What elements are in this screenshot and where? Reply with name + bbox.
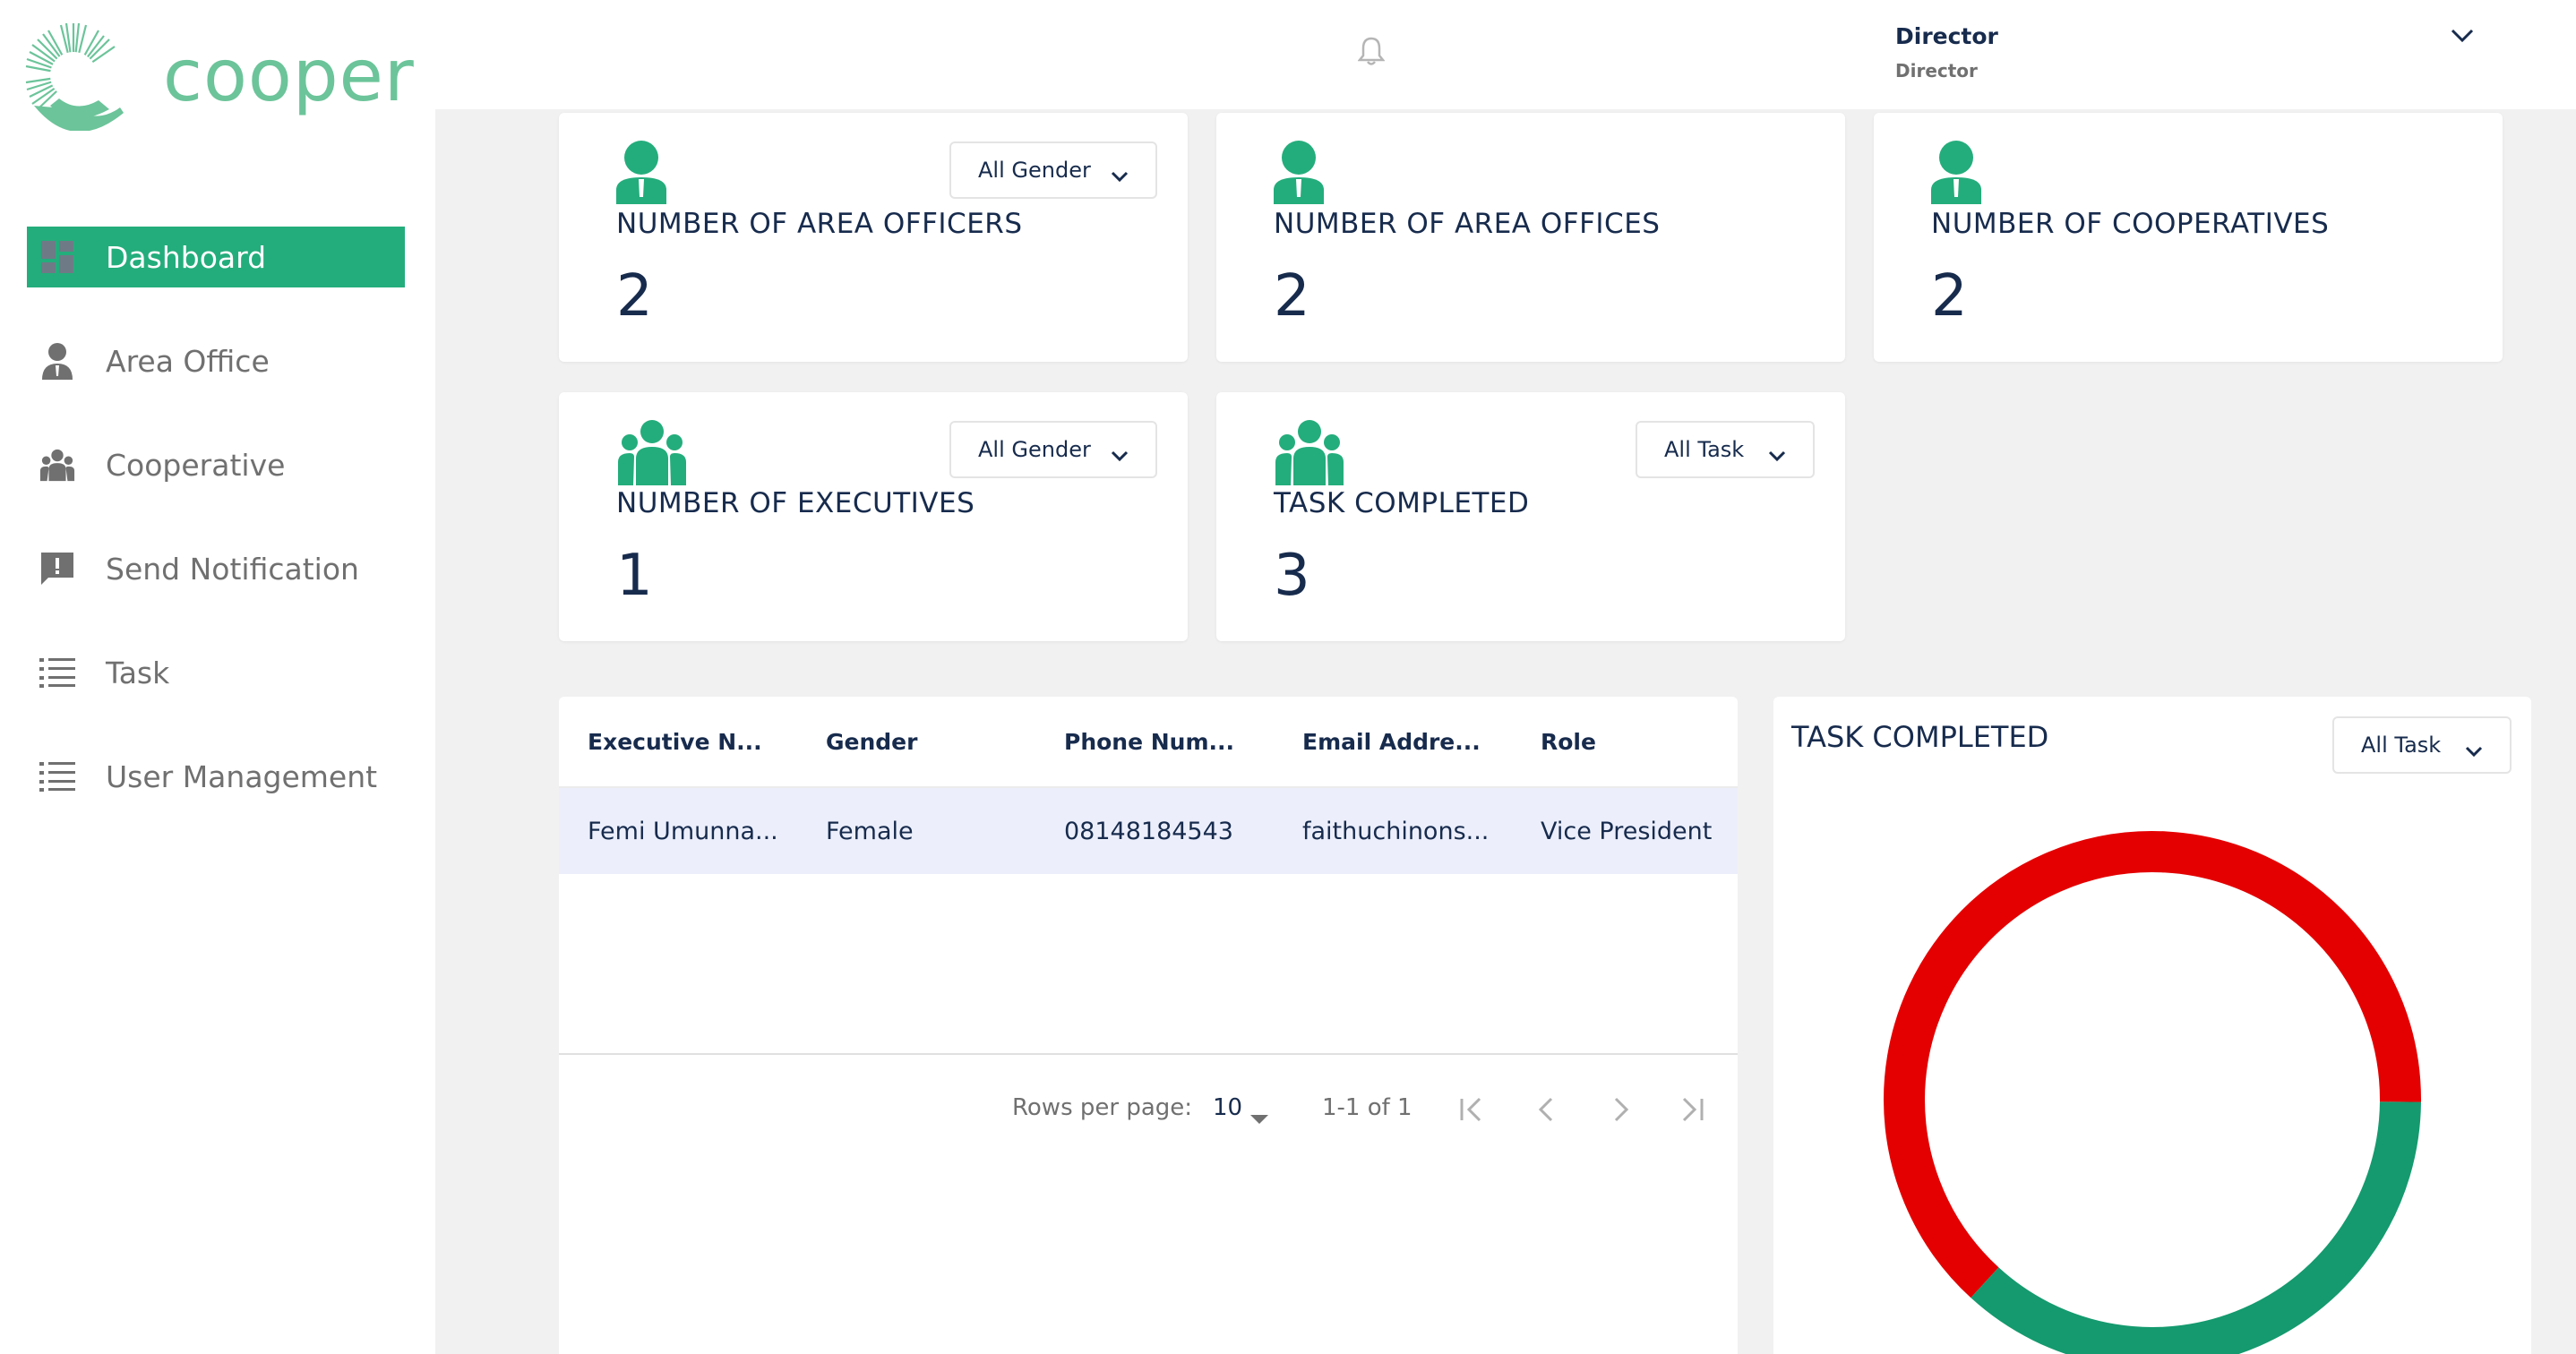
group-icon <box>1275 419 1344 489</box>
task-filter-dropdown[interactable]: All Task <box>1636 421 1815 478</box>
card-value: 2 <box>616 263 653 330</box>
sidebar-item-label: Dashboard <box>106 239 267 275</box>
gender-filter-dropdown[interactable]: All Gender <box>949 421 1157 478</box>
sidebar-item-label: Area Office <box>106 343 270 379</box>
column-header[interactable]: Email Addre... <box>1302 729 1481 755</box>
table-row[interactable]: Femi Umunna... Female 08148184543 faithu… <box>559 788 1738 874</box>
dropdown-value: All Gender <box>978 437 1091 462</box>
sidebar-item-label: User Management <box>106 758 378 794</box>
card-value: 1 <box>616 543 653 609</box>
user-menu[interactable]: Director Director <box>1895 23 1998 81</box>
caret-down-icon[interactable] <box>1250 1105 1268 1132</box>
card-title: NUMBER OF AREA OFFICERS <box>616 208 1023 240</box>
person-icon <box>616 140 666 208</box>
stat-card-executives: All Gender NUMBER OF EXECUTIVES 1 <box>559 392 1188 641</box>
dropdown-value: All Gender <box>978 158 1091 183</box>
bell-icon[interactable] <box>1357 36 1386 70</box>
sidebar-item-task[interactable]: Task <box>27 642 405 703</box>
user-role: Director <box>1895 60 1978 81</box>
group-icon <box>618 419 686 489</box>
last-page-icon[interactable] <box>1679 1096 1705 1129</box>
list-icon <box>39 758 75 794</box>
sidebar-item-area-office[interactable]: Area Office <box>27 330 405 391</box>
stat-card-area-officers: All Gender NUMBER OF AREA OFFICERS 2 <box>559 113 1188 362</box>
card-title: NUMBER OF EXECUTIVES <box>616 487 975 519</box>
stat-card-cooperatives: NUMBER OF COOPERATIVES 2 <box>1874 113 2503 362</box>
list-icon <box>39 655 75 690</box>
first-page-icon[interactable] <box>1458 1096 1485 1129</box>
card-value: 2 <box>1274 263 1310 330</box>
sidebar-item-user-management[interactable]: User Management <box>27 746 405 807</box>
stat-card-task-completed: All Task TASK COMPLETED 3 <box>1216 392 1845 641</box>
chevron-down-icon <box>1768 442 1786 467</box>
column-header[interactable]: Phone Num... <box>1064 729 1234 755</box>
gender-filter-dropdown[interactable]: All Gender <box>949 141 1157 199</box>
executives-table: Executive N... Gender Phone Num... Email… <box>559 697 1738 1354</box>
table-header-row: Executive N... Gender Phone Num... Email… <box>559 697 1738 788</box>
stat-card-area-offices: NUMBER OF AREA OFFICES 2 <box>1216 113 1845 362</box>
previous-page-icon[interactable] <box>1533 1096 1560 1129</box>
chevron-down-icon <box>1111 442 1129 467</box>
notification-icon <box>39 551 75 587</box>
donut-slice-completed[interactable] <box>1971 1101 2421 1354</box>
table-cell: Vice President <box>1541 817 1713 845</box>
sidebar-nav: Dashboard Area Office Cooperative Send N… <box>27 227 405 850</box>
dropdown-value: All Task <box>1664 437 1745 462</box>
card-title: NUMBER OF COOPERATIVES <box>1931 208 2330 240</box>
table-cell: 08148184543 <box>1064 817 1233 845</box>
card-value: 3 <box>1274 543 1310 609</box>
sidebar-item-send-notification[interactable]: Send Notification <box>27 538 405 599</box>
sidebar-item-cooperative[interactable]: Cooperative <box>27 434 405 495</box>
column-header[interactable]: Gender <box>826 729 917 755</box>
table-pagination: Rows per page: 10 1-1 of 1 <box>559 1082 1738 1135</box>
person-icon <box>1931 140 1981 208</box>
task-completed-chart-card: TASK COMPLETED All Task <box>1773 697 2531 1354</box>
rows-per-page-label: Rows per page: <box>1012 1094 1193 1121</box>
sidebar-item-label: Task <box>106 655 170 690</box>
cooper-logo-icon <box>25 22 124 131</box>
logo[interactable]: cooper <box>23 20 415 131</box>
sidebar-item-label: Send Notification <box>106 551 359 587</box>
donut-chart <box>1884 831 2421 1354</box>
table-cell: faithuchinons... <box>1302 817 1490 845</box>
card-title: NUMBER OF AREA OFFICES <box>1274 208 1661 240</box>
person-icon <box>39 343 75 380</box>
brand-name: cooper <box>163 33 415 117</box>
user-name: Director <box>1895 23 1998 49</box>
sidebar: cooper Dashboard Area Office Cooperative… <box>0 0 435 1354</box>
chevron-down-icon <box>1111 163 1129 188</box>
rows-per-page-select[interactable]: 10 <box>1213 1094 1242 1121</box>
next-page-icon[interactable] <box>1607 1096 1634 1129</box>
group-icon <box>39 447 75 483</box>
card-value: 2 <box>1931 263 1968 330</box>
sidebar-item-label: Cooperative <box>106 447 286 483</box>
donut-slice-pending[interactable] <box>1884 831 2421 1298</box>
table-cell: Femi Umunna... <box>588 817 778 845</box>
person-icon <box>1274 140 1324 208</box>
table-divider <box>559 1053 1738 1055</box>
column-header[interactable]: Executive N... <box>588 729 762 755</box>
table-cell: Female <box>826 817 914 845</box>
sidebar-item-dashboard[interactable]: Dashboard <box>27 227 405 287</box>
dashboard-icon <box>39 239 75 275</box>
card-title: TASK COMPLETED <box>1274 487 1530 519</box>
top-header <box>435 0 2576 109</box>
chevron-down-icon[interactable] <box>2451 29 2474 47</box>
pagination-range: 1-1 of 1 <box>1322 1094 1413 1121</box>
column-header[interactable]: Role <box>1541 729 1596 755</box>
